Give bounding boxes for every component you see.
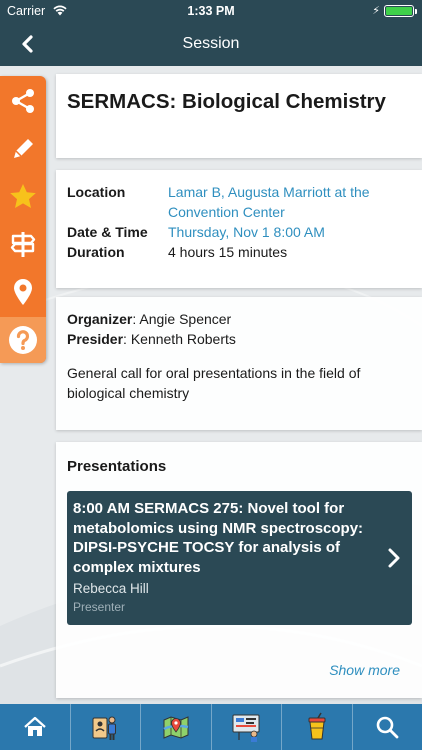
session-title: SERMACS: Biological Chemistry	[67, 90, 386, 113]
location-row: Location Lamar B, Augusta Marriott at th…	[67, 182, 412, 222]
badge-person-icon	[92, 716, 117, 740]
share-button[interactable]	[0, 78, 46, 124]
action-sidebar	[0, 76, 46, 363]
poster-icon	[232, 714, 260, 742]
organizer-line: Organizer: Angie Spencer	[67, 311, 232, 327]
tab-home[interactable]	[0, 704, 71, 750]
session-info-card: Location Lamar B, Augusta Marriott at th…	[56, 170, 422, 288]
presenter-role: Presenter	[73, 600, 126, 614]
pencil-icon	[14, 139, 33, 158]
search-icon	[376, 716, 399, 739]
presentation-item[interactable]: 8:00 AM SERMACS 275: Novel tool for meta…	[67, 491, 412, 625]
duration-row: Duration 4 hours 15 minutes	[67, 242, 412, 262]
star-icon	[10, 184, 36, 208]
tab-refreshments[interactable]	[282, 704, 353, 750]
home-icon	[24, 716, 46, 736]
question-icon	[9, 326, 37, 354]
organizer-name: Angie Spencer	[139, 311, 232, 327]
presentation-title: 8:00 AM SERMACS 275: Novel tool for meta…	[73, 500, 364, 576]
presentations-heading: Presentations	[67, 458, 167, 475]
chevron-right-icon	[388, 548, 400, 568]
map-location-button[interactable]	[0, 269, 46, 315]
session-title-card: SERMACS: Biological Chemistry	[56, 74, 422, 158]
presider-label: Presider	[67, 331, 124, 347]
map-icon	[163, 716, 189, 739]
tab-search[interactable]	[353, 704, 422, 750]
help-button[interactable]	[0, 317, 46, 363]
location-label: Location	[67, 184, 126, 200]
presider-name: Kenneth Roberts	[130, 331, 236, 347]
signpost-icon	[10, 232, 36, 257]
map-pin-icon	[14, 279, 32, 305]
share-icon	[12, 89, 34, 113]
datetime-row: Date & Time Thursday, Nov 1 8:00 AM	[67, 222, 412, 242]
tab-map[interactable]	[141, 704, 212, 750]
show-more-link[interactable]: Show more	[329, 662, 400, 678]
session-description: General call for oral presentations in t…	[67, 365, 361, 401]
note-button[interactable]	[0, 126, 46, 172]
battery-level	[386, 7, 412, 15]
organizer-label: Organizer	[67, 311, 133, 327]
charging-icon: ⚡	[372, 5, 380, 17]
tab-attendees[interactable]	[71, 704, 141, 750]
bottom-tab-bar	[0, 704, 422, 750]
location-link[interactable]: Lamar B, Augusta Marriott at the Convent…	[168, 182, 412, 222]
favorite-button[interactable]	[0, 174, 46, 220]
presider-line: Presider: Kenneth Roberts	[67, 331, 236, 347]
status-bar: Carrier 1:33 PM ⚡	[0, 0, 422, 22]
battery-icon	[384, 5, 417, 17]
duration-label: Duration	[67, 244, 125, 260]
navigation-bar: Session	[0, 22, 422, 66]
directions-button[interactable]	[0, 221, 46, 267]
presentations-card: Presentations 8:00 AM SERMACS 275: Novel…	[56, 442, 422, 698]
datetime-label: Date & Time	[67, 224, 148, 240]
drink-cup-icon	[308, 712, 326, 740]
session-people-card: Organizer: Angie Spencer Presider: Kenne…	[56, 297, 422, 430]
duration-value: 4 hours 15 minutes	[168, 244, 288, 260]
presenter-name: Rebecca Hill	[73, 581, 149, 596]
datetime-link[interactable]: Thursday, Nov 1 8:00 AM	[168, 222, 325, 242]
clock: 1:33 PM	[187, 4, 235, 18]
tab-posters[interactable]	[212, 704, 282, 750]
page-title: Session	[182, 35, 240, 52]
